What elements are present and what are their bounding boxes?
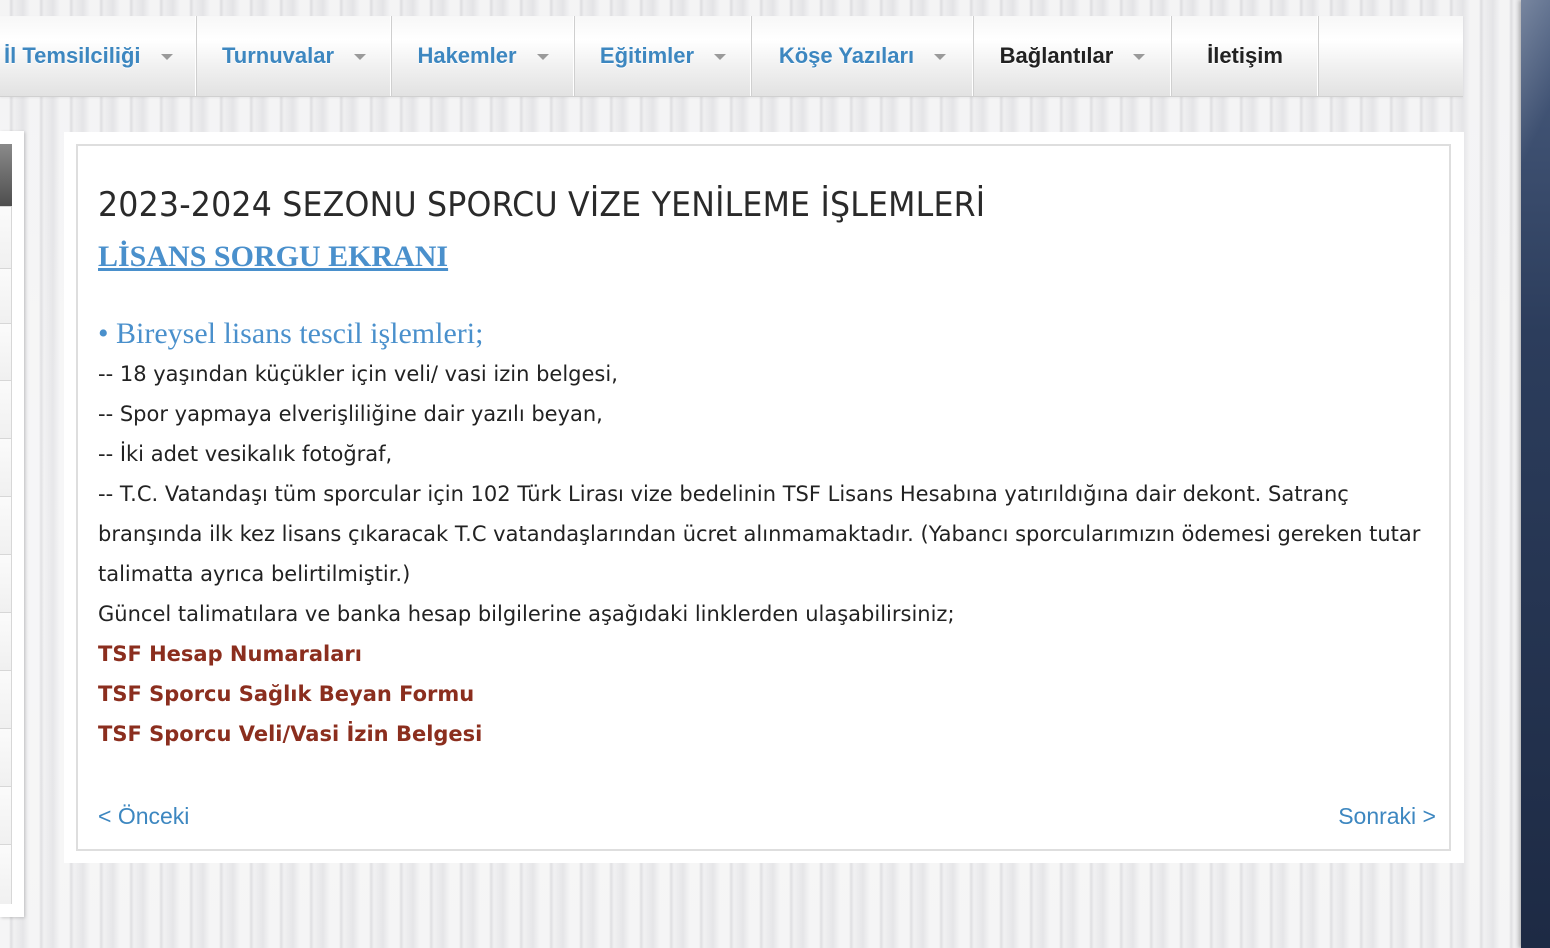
chevron-down-icon xyxy=(1133,54,1146,60)
previous-link[interactable]: < Önceki xyxy=(98,796,189,836)
nav-item-iletisim[interactable]: İletişim xyxy=(1172,16,1319,96)
next-link[interactable]: Sonraki > xyxy=(1338,796,1436,836)
chevron-down-icon xyxy=(536,54,549,60)
nav-item-baglantilar[interactable]: Bağlantılar xyxy=(974,16,1172,96)
chevron-down-icon xyxy=(354,54,367,60)
sidebar-item[interactable] xyxy=(0,206,12,268)
link-health-declaration-form[interactable]: TSF Sporcu Sağlık Beyan Formu xyxy=(98,674,1428,714)
nav-item-label: İletişim xyxy=(1207,43,1283,68)
sidebar-item[interactable] xyxy=(0,496,12,554)
sidebar-item[interactable] xyxy=(0,268,12,323)
nav-item-label: Köşe Yazıları xyxy=(778,43,915,68)
nav-item-hakemler[interactable]: Hakemler xyxy=(392,16,575,96)
sidebar-header xyxy=(0,144,12,206)
requirement-item: -- 18 yaşından küçükler için veli/ vasi … xyxy=(98,362,618,386)
sidebar-item[interactable] xyxy=(0,554,12,612)
nav-item-label: Turnuvalar xyxy=(221,43,335,68)
sidebar-item[interactable] xyxy=(0,786,12,844)
nav-item-egitimler[interactable]: Eğitimler xyxy=(575,16,752,96)
license-query-link[interactable]: LİSANS SORGU EKRANI xyxy=(98,234,448,280)
sidebar-item[interactable] xyxy=(0,844,12,904)
main-nav: İl Temsilciliği Turnuvalar Hakemler Eğit… xyxy=(0,16,1463,97)
sidebar-item[interactable] xyxy=(0,670,12,728)
requirement-item: -- İki adet vesikalık fotoğraf, xyxy=(98,442,393,466)
nav-item-label: İl Temsilciliği xyxy=(4,43,141,68)
left-sidebar xyxy=(0,131,24,917)
article-card: 2023-2024 SEZONU SPORCU VİZE YENİLEME İŞ… xyxy=(64,132,1464,863)
chevron-down-icon xyxy=(714,54,727,60)
nav-item-label: Hakemler xyxy=(417,43,517,68)
right-side-panel xyxy=(1521,0,1550,948)
nav-item-kose-yazilari[interactable]: Köşe Yazıları xyxy=(752,16,974,96)
article-frame: 2023-2024 SEZONU SPORCU VİZE YENİLEME İŞ… xyxy=(76,144,1451,851)
chevron-down-icon xyxy=(934,54,947,60)
fee-paragraph: -- T.C. Vatandaşı tüm sporcular için 102… xyxy=(98,482,1421,586)
article-content: 2023-2024 SEZONU SPORCU VİZE YENİLEME İŞ… xyxy=(98,176,1436,829)
pager: < Önceki Sonraki > xyxy=(98,796,1436,836)
section-heading: • Bireysel lisans tescil işlemleri; xyxy=(98,317,484,350)
page-title: 2023-2024 SEZONU SPORCU VİZE YENİLEME İŞ… xyxy=(98,185,986,225)
link-guardian-consent-form[interactable]: TSF Sporcu Veli/Vasi İzin Belgesi xyxy=(98,714,1428,754)
nav-item-il-temsilciligi[interactable]: İl Temsilciliği xyxy=(0,16,197,96)
nav-item-label: Bağlantılar xyxy=(999,43,1114,68)
sidebar-item[interactable] xyxy=(0,438,12,496)
requirement-item: -- Spor yapmaya elverişliliğine dair yaz… xyxy=(98,402,603,426)
sidebar-item[interactable] xyxy=(0,380,12,438)
chevron-down-icon xyxy=(160,54,173,60)
sidebar-item[interactable] xyxy=(0,728,12,786)
panel-sheen xyxy=(1521,0,1550,220)
nav-item-label: Eğitimler xyxy=(599,43,695,68)
nav-item-turnuvalar[interactable]: Turnuvalar xyxy=(197,16,392,96)
links-intro: Güncel talimatılara ve banka hesap bilgi… xyxy=(98,602,955,626)
sidebar-item[interactable] xyxy=(0,612,12,670)
sidebar-item[interactable] xyxy=(0,323,12,380)
link-tsf-account-numbers[interactable]: TSF Hesap Numaraları xyxy=(98,634,1428,674)
